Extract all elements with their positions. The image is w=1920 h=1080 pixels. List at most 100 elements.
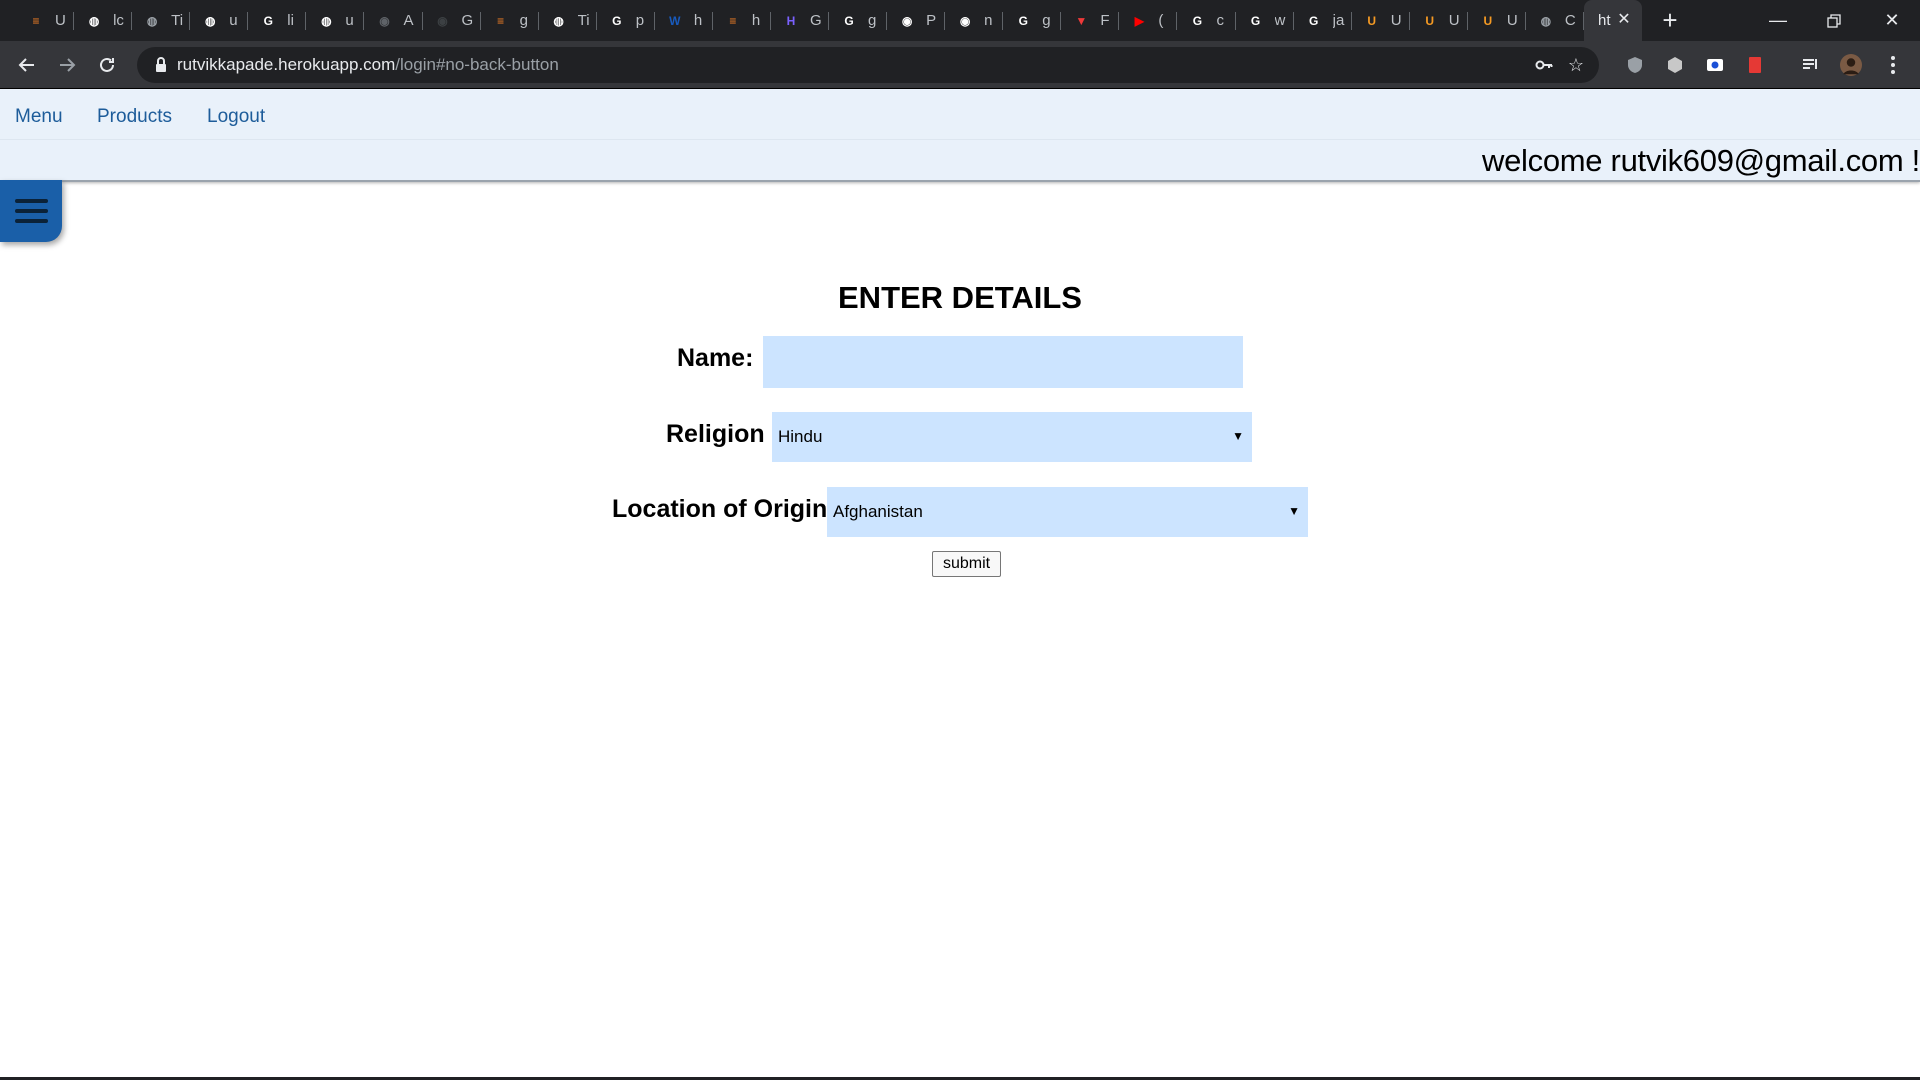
religion-selected-value: Hindu — [778, 427, 823, 446]
url-field[interactable]: rutvikkapade.herokuapp.com/login#no-back… — [137, 47, 1599, 83]
shield-extension-icon[interactable] — [1624, 54, 1646, 76]
browser-tab[interactable]: ≡ h — [713, 0, 772, 41]
browser-tab[interactable]: ◍ Ti — [132, 0, 191, 41]
browser-tab[interactable]: ≡ U — [16, 0, 75, 41]
browser-tab[interactable]: ◍ lc — [74, 0, 133, 41]
book-extension-icon[interactable] — [1744, 54, 1766, 76]
browser-menu-icon[interactable] — [1882, 54, 1904, 76]
religion-select[interactable]: Hindu ▼ — [772, 412, 1252, 462]
browser-tab[interactable]: UU — [1468, 0, 1526, 41]
hamburger-bar — [15, 209, 48, 213]
browser-tab[interactable]: ◍ C — [1526, 0, 1585, 41]
close-tab-icon[interactable]: ✕ — [1614, 10, 1634, 30]
dropdown-arrow-icon: ▼ — [1232, 429, 1244, 443]
screen-extension-icon[interactable] — [1704, 54, 1726, 76]
github-icon: ◉ — [901, 13, 913, 28]
browser-tab[interactable]: ▼ F — [1061, 0, 1120, 41]
tab-title: Ti — [171, 12, 184, 29]
google-icon: G — [612, 13, 622, 28]
nav-link-logout[interactable]: Logout — [207, 106, 265, 128]
browser-tab[interactable]: ≡ g — [481, 0, 539, 41]
location-select[interactable]: Afghanistan ▼ — [827, 487, 1308, 537]
location-selected-value: Afghanistan — [833, 502, 923, 521]
back-icon[interactable] — [11, 49, 43, 81]
browser-tab[interactable]: ▶( — [1119, 0, 1178, 41]
browser-tab[interactable]: ◉ A — [364, 0, 423, 41]
browser-tab[interactable]: Gp — [597, 0, 655, 41]
globe-icon: ◍ — [553, 13, 564, 28]
tab-title: g — [868, 12, 877, 29]
browser-tab[interactable]: HG — [771, 0, 830, 41]
tab-title: ( — [1158, 12, 1164, 29]
browser-tab[interactable]: ◍ u — [190, 0, 249, 41]
udemy-icon: U — [1425, 13, 1435, 28]
tab-title: h — [751, 12, 761, 29]
submit-button[interactable]: submit — [932, 551, 1001, 577]
nav-link-products[interactable]: Products — [97, 106, 172, 128]
address-bar: rutvikkapade.herokuapp.com/login#no-back… — [0, 41, 1920, 89]
vivaldi-icon: ▼ — [1075, 13, 1088, 28]
cube-extension-icon[interactable] — [1664, 54, 1686, 76]
tab-title: p — [635, 12, 645, 29]
tab-title: A — [403, 12, 414, 29]
globe-icon: ◍ — [321, 13, 332, 28]
browser-tab[interactable]: Gg — [829, 0, 888, 41]
name-input[interactable] — [763, 336, 1243, 388]
word-icon: W — [669, 13, 681, 28]
tab-title: h — [693, 12, 703, 29]
reload-icon[interactable] — [91, 49, 123, 81]
close-window-icon[interactable]: ✕ — [1864, 0, 1920, 41]
browser-tab[interactable]: Gw — [1236, 0, 1294, 41]
welcome-message: welcome rutvik609@gmail.com ! — [1482, 143, 1920, 178]
tab-title: C — [1564, 12, 1576, 29]
forward-icon[interactable] — [51, 49, 83, 81]
media-control-icon[interactable] — [1800, 54, 1822, 76]
religion-label: Religion — [666, 420, 765, 448]
tab-title: ht — [1598, 12, 1611, 29]
stackoverflow-icon: ≡ — [729, 13, 737, 28]
browser-tab[interactable]: Wh — [655, 0, 713, 41]
browser-tab[interactable]: Gg — [1003, 0, 1062, 41]
browser-tab[interactable]: Gli — [248, 0, 307, 41]
key-icon[interactable] — [1533, 54, 1555, 76]
browser-tab[interactable]: Gja — [1294, 0, 1352, 41]
nav-divider — [0, 139, 1920, 140]
minimize-icon[interactable]: — — [1750, 0, 1806, 41]
restore-icon[interactable] — [1806, 0, 1862, 41]
tab-title: c — [1216, 12, 1224, 29]
github-icon: ◉ — [959, 13, 971, 28]
globe-icon: ◍ — [88, 13, 100, 28]
google-icon: G — [1308, 13, 1319, 28]
dropdown-arrow-icon: ▼ — [1288, 504, 1300, 518]
tab-title: u — [345, 12, 354, 29]
browser-tab-strip: ≡ U ◍ lc ◍ Ti ◍ u Gli ◍ u ◉ A ◉ G ≡ g ◍ Ti Gp Wh ≡ h H G Gg ◉ P ◉ n Gg… — [0, 0, 1920, 41]
browser-tab[interactable]: ◍ u — [306, 0, 365, 41]
location-label: Location of Origin — [612, 495, 828, 523]
profile-avatar[interactable] — [1840, 54, 1862, 76]
new-tab-icon[interactable]: + — [1656, 6, 1684, 34]
tab-title: g — [1042, 12, 1051, 29]
github-icon: ◉ — [379, 13, 390, 28]
browser-tab[interactable]: ◉ n — [945, 0, 1004, 41]
udemy-icon: U — [1483, 13, 1493, 28]
tab-title: g — [519, 12, 528, 29]
browser-tab[interactable]: ◉ P — [887, 0, 946, 41]
browser-tab[interactable]: ◍ Ti — [539, 0, 597, 41]
lock-icon[interactable] — [151, 55, 171, 75]
tab-title: n — [984, 12, 993, 29]
globe-icon: ◍ — [204, 13, 216, 28]
tab-title: U — [55, 12, 66, 29]
browser-tab[interactable]: Gc — [1177, 0, 1236, 41]
tab-title: Ti — [577, 12, 590, 29]
browser-tab[interactable]: UU — [1352, 0, 1410, 41]
tab-active[interactable]: ht ✕ — [1584, 0, 1642, 41]
hamburger-menu-button[interactable] — [0, 180, 62, 242]
globe-icon: ◍ — [146, 13, 158, 28]
stackoverflow-icon: ≡ — [32, 13, 40, 28]
browser-tab[interactable]: ◉ G — [423, 0, 481, 41]
nav-link-menu[interactable]: Menu — [15, 106, 63, 128]
browser-tab[interactable]: UU — [1410, 0, 1468, 41]
youtube-icon: ▶ — [1134, 13, 1145, 28]
tab-title: U — [1448, 12, 1460, 29]
bookmark-star-icon[interactable]: ☆ — [1565, 54, 1587, 76]
